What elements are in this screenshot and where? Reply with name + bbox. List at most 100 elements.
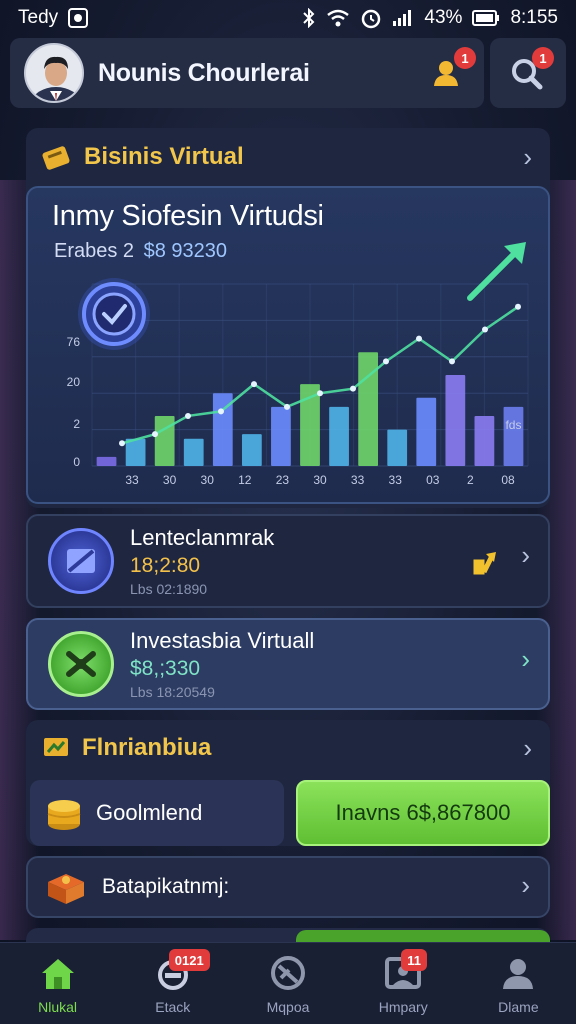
portfolio-card[interactable]: Lenteclanmrak 18;2:80 Lbs 02:1890 › [26,514,550,608]
nav-item-home[interactable]: Nlukal [0,943,115,1024]
status-time: 8:155 [510,7,558,28]
search-button[interactable]: 1 [490,38,566,108]
portfolio-text: Lenteclanmrak 18;2:80 Lbs 02:1890 [130,525,274,597]
chart-x-tick-label: 30 [163,473,177,487]
nav-label-globe: Mqpoa [266,999,310,1015]
chart-x-tick-label: 30 [201,473,215,487]
bat-card[interactable]: Batapikatnmj: › [26,856,550,918]
avatar[interactable] [24,43,84,103]
growth-arrow-icon [473,552,496,575]
business-section-title: Bisinis Virtual [84,143,244,170]
history-icon: 11 [381,949,427,993]
chart-bar [241,434,262,466]
business-section-header[interactable]: Bisinis Virtual › [26,136,550,178]
chart-x-tick-label: 33 [351,473,365,487]
user-name: Nounis Chourlerai [98,58,310,87]
chart-x-tick-label: 03 [426,473,440,487]
chart-line-point [284,403,290,410]
treasure-chest-icon [48,874,84,904]
search-icon-wrap: 1 [506,47,554,93]
chart-y-tick-label: 76 [67,335,81,349]
stack-icon: 0121 [151,949,210,993]
chevron-right-icon: › [523,732,532,763]
investment-icon [48,631,114,697]
chart-bar [329,406,349,466]
chart-x-tick-label: 08 [501,473,515,487]
chart-x-tick-label: 33 [389,473,403,487]
chart-card[interactable]: Inmy Siofesin Virtudsi Erabes 2 $8 93230… [26,186,550,504]
chart-y-tick-label: 0 [73,455,80,469]
globe-icon [266,953,310,993]
alarm-icon [360,7,382,29]
chart-y-tick-label: 20 [67,375,81,389]
nav-badge-stack: 0121 [168,949,210,971]
bottom-nav: Nlukal 0121 Etack Mqpoa 11 Hmpary Dlame [0,942,576,1024]
chart-line-point [119,440,125,447]
nav-label-home: Nlukal [38,999,78,1015]
chart-line-point [383,358,389,365]
chart-line-point [515,303,521,310]
app-header: Nounis Chourlerai 1 [10,38,484,108]
bar-line-chart: 0 2 20 76 fds 33 30 30 12 23 30 33 33 03 2 08 [67,242,529,487]
chart-x-tick-label: 30 [313,473,327,487]
chevron-right-icon: › [521,870,530,900]
nav-badge-history: 11 [401,949,427,971]
bat-label: Batapikatnmj: [102,875,230,898]
chevron-right-icon: › [521,540,530,570]
finance-icon [44,738,68,756]
profile-icon [496,953,540,993]
portfolio-sub: Lbs 02:1890 [130,581,208,597]
wifi-icon [326,9,350,27]
nav-item-history[interactable]: 11 Hmpary [346,943,461,1024]
chart-bar [387,429,408,466]
investment-card[interactable]: Investasbia Virtuall $8,;330 Lbs 18:2054… [26,618,550,710]
portfolio-value: 18;2:80 [130,554,201,577]
chart-line-point [416,335,422,342]
signal-icon [392,9,414,27]
chart-bar [474,415,495,466]
chart-x-tick-label: 23 [276,473,290,487]
chart-bar [154,415,175,466]
chart-bar [445,375,466,466]
notification-button[interactable]: 1 [428,47,476,93]
chart-line-point [185,412,191,419]
portfolio-icon [48,528,114,594]
battery-icon [472,9,500,27]
chart-line-point [449,358,455,365]
notification-badge: 1 [454,47,476,69]
chart-bar-label: fds [505,418,521,432]
nav-label-stack: Etack [155,999,191,1015]
home-icon [36,953,80,993]
battery-percent: 43% [424,7,463,28]
check-badge-icon [78,278,150,350]
investment-text: Investasbia Virtuall $8,;330 Lbs 18:2054… [130,628,314,700]
chart-bar [96,456,117,466]
chart-bar [271,406,291,466]
chart-line-point [218,408,224,415]
chevron-right-icon: › [521,644,530,674]
chart-bar [503,406,524,466]
nav-item-stack[interactable]: 0121 Etack [115,943,230,1024]
chevron-right-icon: › [523,141,532,172]
gold-coins-icon [47,800,81,830]
nav-label-profile: Dlame [498,999,539,1015]
nav-item-globe[interactable]: Mqpoa [230,943,345,1024]
chart-line-point [152,431,158,438]
invest-label: Inavns 6$,867800 [335,800,511,825]
nav-item-profile[interactable]: Dlame [461,943,576,1024]
business-icon [42,146,70,170]
chart-x-tick-label: 2 [467,473,474,487]
gold-label: Goolmlend [96,800,203,825]
chart-line-point [482,326,488,333]
finance-section-title: Flnrianbiua [82,734,212,761]
chart-x-tick-label: 33 [125,473,139,487]
invest-button[interactable]: Inavns 6$,867800 [296,780,550,846]
investment-sub: Lbs 18:20549 [130,684,215,700]
finance-section-header[interactable]: Flnrianbiua › [26,728,550,768]
chart-y-tick-label: 2 [73,417,80,431]
chart-line-point [317,390,323,397]
status-bar: Tedy 43% 8:155 [0,0,576,36]
app-notification-icon [68,8,89,28]
gold-button[interactable]: Goolmlend [30,780,284,846]
chart-bar [416,397,437,466]
